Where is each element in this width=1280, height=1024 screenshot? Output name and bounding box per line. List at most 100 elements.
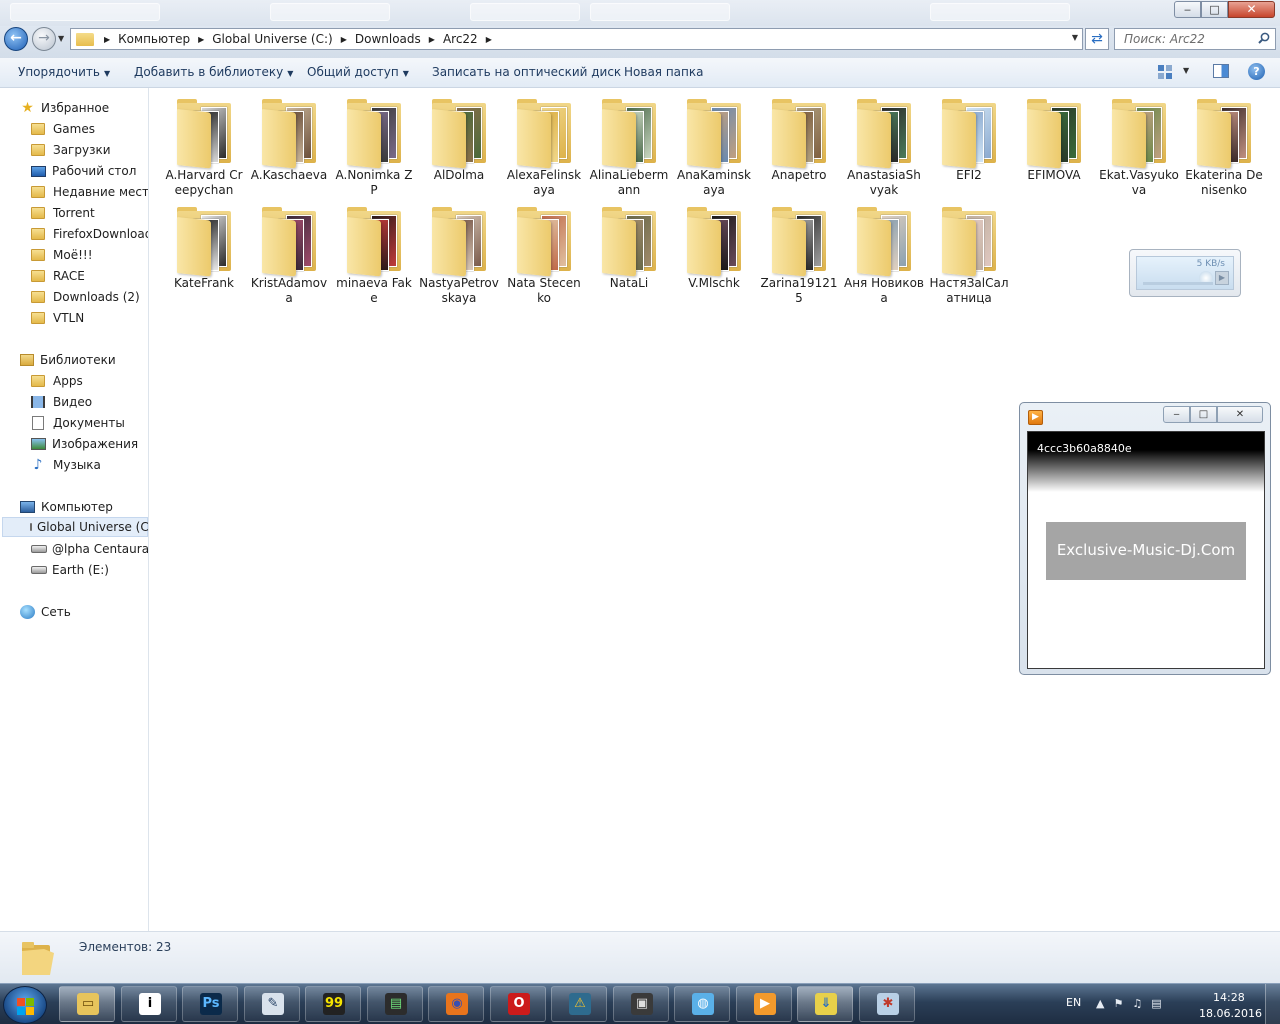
folder-item[interactable]: Ekat.Vasyukova — [1099, 95, 1179, 198]
breadcrumb-drive-c[interactable]: Global Universe (C:) — [212, 32, 332, 46]
sidebar-item-race[interactable]: RACE — [31, 266, 85, 286]
chevron-right-icon[interactable]: ▶ — [429, 35, 435, 44]
terminal-app-button[interactable]: ▤ — [367, 986, 423, 1022]
clock-time[interactable]: 14:28 — [1213, 991, 1245, 1004]
sidebar-item-recent-places[interactable]: Недавние места — [31, 182, 148, 202]
refresh-button[interactable]: ⇄ — [1085, 28, 1109, 50]
help-icon[interactable]: ? — [1248, 63, 1265, 80]
folder-item[interactable]: Nata Stecenko — [504, 203, 584, 306]
minimize-button[interactable]: ‒ — [1174, 1, 1201, 18]
system-tray[interactable]: ▲⚑♫▤ — [1096, 997, 1171, 1010]
chevron-down-icon[interactable]: ▼ — [1183, 66, 1189, 75]
download-speed-widget[interactable]: 5 KB/s ▶ — [1129, 249, 1241, 297]
action-center-icon[interactable]: ⚑ — [1113, 997, 1132, 1010]
sidebar-item-vtln[interactable]: VTLN — [31, 308, 84, 328]
play-icon[interactable]: ▶ — [1215, 271, 1229, 285]
sidebar-item-moe[interactable]: Моё!!! — [31, 245, 93, 265]
sidebar-computer-header[interactable]: Компьютер — [20, 497, 113, 517]
explorer-app-button[interactable]: ▭ — [59, 986, 115, 1022]
chevron-right-icon[interactable]: ▶ — [104, 35, 110, 44]
sidebar-item-images[interactable]: Изображения — [31, 434, 138, 454]
network-tray-icon[interactable]: ▤ — [1151, 997, 1170, 1010]
clock-date[interactable]: 18.06.2016 — [1199, 1007, 1262, 1020]
opera-app-button[interactable]: O — [490, 986, 546, 1022]
breadcrumb-computer[interactable]: Компьютер — [118, 32, 190, 46]
folder-item[interactable]: KristAdamova — [249, 203, 329, 306]
sidebar-item-desktop[interactable]: Рабочий стол — [31, 161, 136, 181]
sidebar-item-drive-d[interactable]: @lpha Centaura (D:) — [31, 539, 148, 559]
forward-button[interactable]: → — [32, 27, 56, 51]
add-to-library-menu[interactable]: Добавить в библиотеку ▼ — [134, 65, 293, 79]
show-desktop-button[interactable] — [1265, 984, 1280, 1024]
start-button[interactable] — [3, 986, 47, 1024]
search-icon[interactable] — [1258, 32, 1270, 44]
sidebar-item-drive-c[interactable]: Global Universe (C:) — [2, 517, 148, 537]
player-app-button[interactable]: ▶ — [736, 986, 792, 1022]
sidebar-favorites-header[interactable]: ★ Избранное — [20, 98, 109, 118]
sidebar-item-apps[interactable]: Apps — [31, 371, 83, 391]
folder-item[interactable]: A.Nonimka ZP — [334, 95, 414, 198]
close-button[interactable]: ✕ — [1228, 1, 1275, 18]
back-button[interactable]: ← — [4, 27, 28, 51]
sidebar-item-downloads[interactable]: Загрузки — [31, 140, 111, 160]
folder-item[interactable]: AlDolma — [419, 95, 499, 183]
chevron-right-icon[interactable]: ▶ — [341, 35, 347, 44]
warning-app-button[interactable]: ⚠ — [551, 986, 607, 1022]
burn-button[interactable]: Записать на оптический диск — [432, 65, 621, 79]
folder-item[interactable]: AnastasiaShvyak — [844, 95, 924, 198]
breadcrumb-arc22[interactable]: Arc22 — [443, 32, 478, 46]
maximize-button[interactable]: □ — [1201, 1, 1228, 18]
sidebar-item-torrent[interactable]: Torrent — [31, 203, 95, 223]
navigation-pane[interactable]: ★ Избранное Games Загрузки Рабочий стол Н… — [0, 88, 149, 931]
firefox-app-button[interactable]: ◉ — [428, 986, 484, 1022]
folder-item[interactable]: EFI2 — [929, 95, 1009, 183]
search-input[interactable]: Поиск: Arc22 — [1114, 28, 1276, 50]
sidebar-network-header[interactable]: Сеть — [20, 602, 71, 622]
sidebar-item-video[interactable]: Видео — [31, 392, 92, 412]
player-restore-button[interactable]: □ — [1190, 406, 1217, 423]
chevron-down-icon[interactable]: ▼ — [1072, 33, 1078, 42]
folder-item[interactable]: Ekaterina Denisenko — [1184, 95, 1264, 198]
player-video-area[interactable]: 4ccc3b60a8840e Exclusive-Music-Dj.Com — [1027, 431, 1265, 669]
organize-menu[interactable]: Упорядочить ▼ — [18, 65, 110, 79]
chevron-right-icon[interactable]: ▶ — [486, 35, 492, 44]
info-app-button[interactable]: i — [121, 986, 177, 1022]
address-bar[interactable]: ▶ Компьютер ▶ Global Universe (C:) ▶ Dow… — [70, 28, 1083, 50]
sidebar-libraries-header[interactable]: Библиотеки — [20, 350, 116, 370]
paint-app-button[interactable]: ✱ — [859, 986, 915, 1022]
sidebar-item-downloads-2[interactable]: Downloads (2) — [31, 287, 140, 307]
folder-item[interactable]: NataLi — [589, 203, 669, 291]
volume-icon[interactable]: ♫ — [1132, 997, 1151, 1010]
folder-item[interactable]: Anapetro — [759, 95, 839, 183]
show-hidden-icons-icon[interactable]: ▲ — [1096, 997, 1113, 1010]
folder-item[interactable]: AlexaFelinskaya — [504, 95, 584, 198]
folder-item[interactable]: AnaKaminskaya — [674, 95, 754, 198]
language-indicator[interactable]: EN — [1066, 996, 1081, 1009]
photoshop-app-button[interactable]: Ps — [182, 986, 238, 1022]
preview-pane-icon[interactable] — [1213, 64, 1229, 78]
folder-item[interactable]: Аня Новикова — [844, 203, 924, 306]
monitor-app-button[interactable]: 99 — [305, 986, 361, 1022]
change-view-icon[interactable] — [1158, 65, 1172, 79]
new-folder-button[interactable]: Новая папка — [624, 65, 703, 79]
downloader-app-button[interactable]: ⇓ — [797, 986, 853, 1022]
sidebar-item-firefoxdownload[interactable]: FirefoxDownload — [31, 224, 148, 244]
player-close-button[interactable]: ✕ — [1217, 406, 1263, 423]
player-minimize-button[interactable]: ‒ — [1163, 406, 1190, 423]
sidebar-item-documents[interactable]: Документы — [31, 413, 125, 433]
recent-pages-dropdown[interactable]: ▼ — [58, 34, 64, 43]
media-player-window[interactable]: ▶ ‒ □ ✕ 4ccc3b60a8840e Exclusive-Music-D… — [1019, 402, 1271, 675]
folder-item[interactable]: A.Harvard Creepychan — [164, 95, 244, 198]
folder-item[interactable]: minaeva Fake — [334, 203, 414, 306]
player-banner[interactable]: Exclusive-Music-Dj.Com — [1046, 522, 1246, 580]
breadcrumb-downloads[interactable]: Downloads — [355, 32, 421, 46]
sidebar-item-games[interactable]: Games — [31, 119, 95, 139]
folder-item[interactable]: Zarina191215 — [759, 203, 839, 306]
sidebar-item-music[interactable]: ♪ Музыка — [31, 455, 101, 475]
folder-item[interactable]: V.Mlschk — [674, 203, 754, 291]
window-titlebar[interactable]: ‒ □ ✕ — [0, 0, 1280, 26]
folder-item[interactable]: KateFrank — [164, 203, 244, 291]
network-app-button[interactable]: ◍ — [674, 986, 730, 1022]
folder-item[interactable]: A.Kaschaeva — [249, 95, 329, 183]
folder-item[interactable]: НастяЗаlСалатница — [929, 203, 1009, 306]
